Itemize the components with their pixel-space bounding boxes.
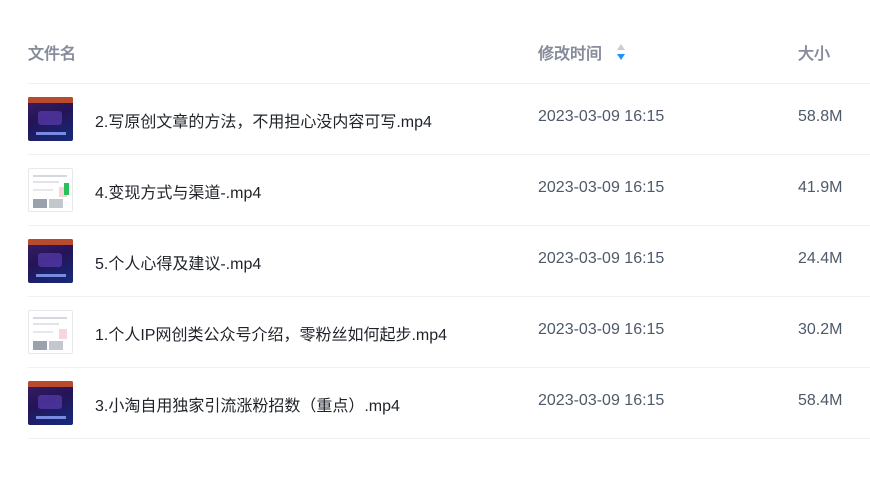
file-name[interactable]: 2.写原创文章的方法，不用担心没内容可写.mp4 <box>95 108 432 132</box>
video-thumbnail[interactable] <box>28 97 73 141</box>
video-thumbnail[interactable] <box>28 239 73 283</box>
file-mtime: 2023-03-09 16:15 <box>538 392 665 409</box>
file-size: 24.4M <box>798 250 843 267</box>
file-mtime: 2023-03-09 16:15 <box>538 321 665 338</box>
file-list-table: 文件名 修改时间 大小 2.写原创文章的方法，不用担心没内容可写.mp4 202… <box>28 14 870 439</box>
table-row[interactable]: 1.个人IP网创类公众号介绍，零粉丝如何起步.mp4 2023-03-09 16… <box>28 297 870 368</box>
file-size: 58.4M <box>798 392 843 409</box>
sort-icon[interactable] <box>616 43 626 61</box>
file-size: 30.2M <box>798 321 843 338</box>
video-thumbnail[interactable] <box>28 310 73 354</box>
column-header-name[interactable]: 文件名 <box>28 40 76 64</box>
column-header-mtime-label: 修改时间 <box>538 46 603 63</box>
file-name[interactable]: 5.个人心得及建议-.mp4 <box>95 250 261 274</box>
video-thumbnail[interactable] <box>28 381 73 425</box>
file-mtime: 2023-03-09 16:15 <box>538 250 665 267</box>
table-header: 文件名 修改时间 大小 <box>28 14 870 84</box>
column-header-size[interactable]: 大小 <box>798 40 830 64</box>
file-size: 58.8M <box>798 108 843 125</box>
table-row[interactable]: 2.写原创文章的方法，不用担心没内容可写.mp4 2023-03-09 16:1… <box>28 84 870 155</box>
file-name[interactable]: 3.小淘自用独家引流涨粉招数（重点）.mp4 <box>95 392 400 416</box>
file-mtime: 2023-03-09 16:15 <box>538 108 665 125</box>
column-header-mtime[interactable]: 修改时间 <box>538 40 626 64</box>
file-name[interactable]: 4.变现方式与渠道-.mp4 <box>95 179 261 203</box>
file-name[interactable]: 1.个人IP网创类公众号介绍，零粉丝如何起步.mp4 <box>95 321 447 345</box>
table-row[interactable]: 3.小淘自用独家引流涨粉招数（重点）.mp4 2023-03-09 16:15 … <box>28 368 870 439</box>
table-row[interactable]: 5.个人心得及建议-.mp4 2023-03-09 16:15 24.4M <box>28 226 870 297</box>
file-size: 41.9M <box>798 179 843 196</box>
table-row[interactable]: 4.变现方式与渠道-.mp4 2023-03-09 16:15 41.9M <box>28 155 870 226</box>
file-mtime: 2023-03-09 16:15 <box>538 179 665 196</box>
video-thumbnail[interactable] <box>28 168 73 212</box>
